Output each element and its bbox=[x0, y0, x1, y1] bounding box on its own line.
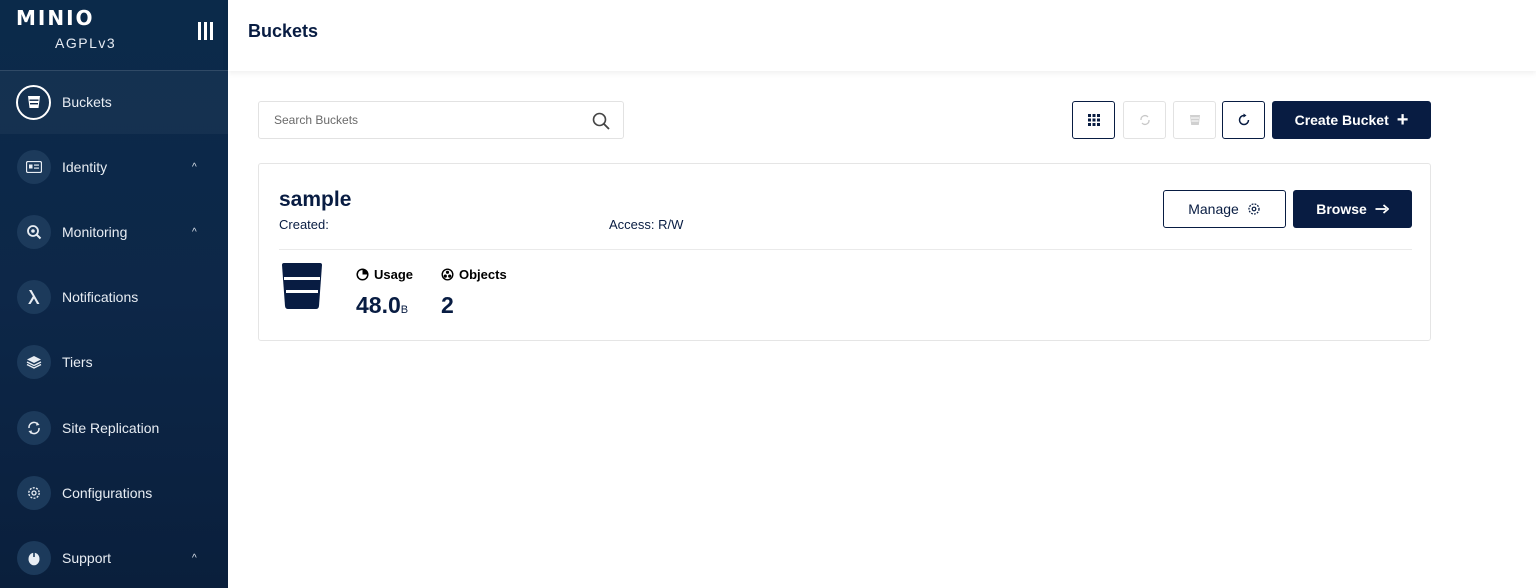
chevron-up-icon: ^ bbox=[192, 552, 197, 564]
bucket-icon bbox=[16, 84, 51, 120]
replication-icon bbox=[1139, 115, 1150, 125]
list-view-toggle-button[interactable] bbox=[1072, 101, 1115, 139]
multiple-buckets-lifecycle-button[interactable] bbox=[1173, 101, 1216, 139]
search-icon[interactable] bbox=[591, 111, 611, 131]
sidebar-item-label: Notifications bbox=[62, 289, 139, 305]
create-bucket-button[interactable]: Create Bucket + bbox=[1272, 101, 1431, 139]
set-replication-button[interactable] bbox=[1123, 101, 1166, 139]
browse-button[interactable]: Browse bbox=[1293, 190, 1412, 228]
collapse-bar-icon bbox=[204, 22, 207, 40]
usage-unit: B bbox=[400, 304, 409, 316]
layers-icon bbox=[17, 345, 51, 379]
minio-logo: MINIO bbox=[16, 6, 95, 30]
bucket-card[interactable]: sample Created: Access: R/W Manage Brows… bbox=[258, 163, 1431, 341]
manage-button[interactable]: Manage bbox=[1163, 190, 1286, 228]
sidebar-item-label: Buckets bbox=[62, 94, 112, 110]
chevron-up-icon: ^ bbox=[192, 161, 197, 173]
browse-label: Browse bbox=[1316, 201, 1367, 217]
collapse-bar-icon bbox=[210, 22, 213, 40]
sidebar-item-buckets[interactable]: Buckets bbox=[0, 70, 228, 134]
refresh-icon bbox=[1238, 113, 1249, 126]
sidebar-item-label: Configurations bbox=[62, 485, 153, 501]
menu-collapse-button[interactable] bbox=[196, 20, 216, 42]
brand-area: MINIO AGPLv3 bbox=[0, 0, 228, 71]
sidebar-item-label: Monitoring bbox=[62, 224, 128, 240]
sidebar-item-label: Support bbox=[62, 550, 112, 566]
search-box[interactable] bbox=[258, 101, 624, 139]
refresh-button[interactable] bbox=[1222, 101, 1265, 139]
objects-icon bbox=[441, 268, 454, 281]
usage-stat: Usage 48.0B bbox=[356, 267, 413, 318]
license-label: AGPLv3 bbox=[55, 35, 117, 51]
bucket-name[interactable]: sample bbox=[279, 188, 351, 212]
gear-icon bbox=[1247, 202, 1261, 216]
monitoring-magnifier-icon bbox=[17, 215, 51, 249]
grid-icon bbox=[1087, 114, 1100, 126]
sidebar-item-support[interactable]: Support ^ bbox=[0, 526, 228, 588]
bucket-stack-icon bbox=[1189, 115, 1200, 125]
collapse-bar-icon bbox=[198, 22, 201, 40]
gear-icon bbox=[17, 476, 51, 510]
replication-icon bbox=[17, 411, 51, 445]
objects-value: 2 bbox=[441, 292, 454, 318]
usage-heading: Usage bbox=[356, 267, 413, 282]
bucket-created-label: Created: bbox=[279, 217, 329, 232]
plus-icon: + bbox=[1396, 109, 1409, 131]
sidebar-item-identity[interactable]: Identity ^ bbox=[0, 135, 228, 199]
bucket-icon bbox=[282, 263, 322, 309]
support-icon bbox=[17, 541, 51, 575]
sidebar-item-label: Tiers bbox=[62, 354, 93, 370]
sidebar-item-label: Identity bbox=[62, 159, 108, 175]
sidebar-item-configurations[interactable]: Configurations bbox=[0, 461, 228, 525]
search-input[interactable] bbox=[274, 111, 574, 129]
app: MINIO AGPLv3 Buckets Identity ^ Monitori… bbox=[0, 0, 1536, 588]
chevron-up-icon: ^ bbox=[192, 226, 197, 238]
sidebar-item-label: Site Replication bbox=[62, 420, 160, 436]
page-header: Buckets bbox=[228, 0, 1536, 71]
sidebar: MINIO AGPLv3 Buckets Identity ^ Monitori… bbox=[0, 0, 228, 588]
usage-value: 48.0B bbox=[356, 292, 408, 319]
arrow-right-icon bbox=[1375, 204, 1389, 214]
usage-label: Usage bbox=[374, 267, 414, 282]
sidebar-item-site-replication[interactable]: Site Replication bbox=[0, 396, 228, 460]
card-divider bbox=[279, 249, 1412, 250]
objects-stat: Objects 2 bbox=[441, 267, 507, 318]
sidebar-item-monitoring[interactable]: Monitoring ^ bbox=[0, 200, 228, 264]
lambda-icon bbox=[17, 280, 51, 314]
objects-heading: Objects bbox=[441, 267, 507, 282]
page-title: Buckets bbox=[248, 21, 319, 41]
manage-label: Manage bbox=[1188, 201, 1239, 217]
create-bucket-label: Create Bucket bbox=[1294, 112, 1389, 128]
pie-chart-icon bbox=[356, 268, 369, 281]
sidebar-item-tiers[interactable]: Tiers bbox=[0, 330, 228, 394]
objects-label: Objects bbox=[459, 267, 507, 282]
identity-card-icon bbox=[17, 150, 51, 184]
bucket-access-label: Access: R/W bbox=[609, 217, 684, 232]
usage-number: 48.0 bbox=[356, 292, 401, 318]
sidebar-item-notifications[interactable]: Notifications bbox=[0, 265, 228, 329]
